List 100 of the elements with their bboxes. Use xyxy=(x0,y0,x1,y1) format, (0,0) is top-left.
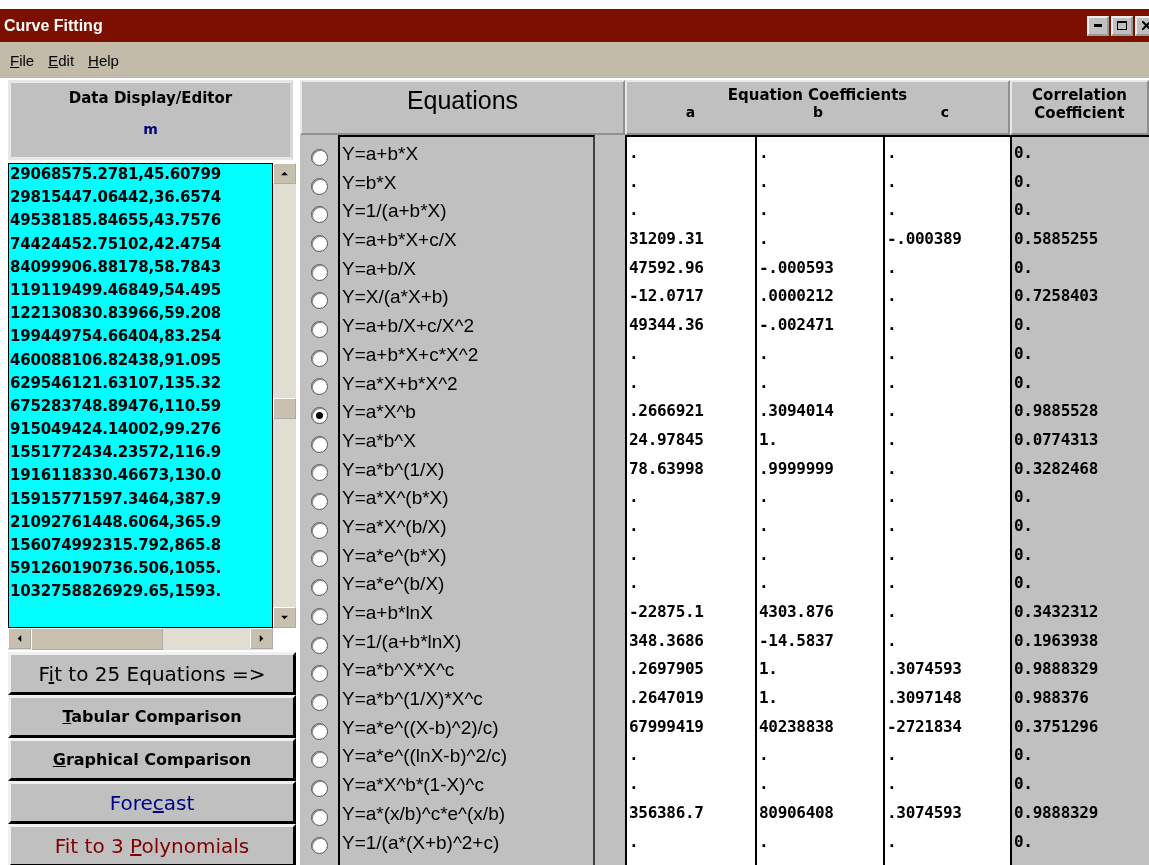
equation-label[interactable]: Y=a*X^(b*X) xyxy=(340,487,593,516)
equation-label[interactable]: Y=X/(a*X+b) xyxy=(340,286,593,316)
data-row[interactable]: 119119499.46849,54.495 xyxy=(9,280,272,305)
radio-button[interactable] xyxy=(310,693,328,711)
table-cell-text: .2666921 xyxy=(628,401,705,423)
equation-label[interactable]: Y=a+b/X xyxy=(340,257,593,287)
radio-button[interactable] xyxy=(310,808,328,826)
equation-label[interactable]: Y=a*X+b*X^2 xyxy=(340,372,593,402)
equation-label[interactable]: Y=a*b^X*X^c xyxy=(340,659,593,689)
data-row[interactable]: 591260190736.506,1055. xyxy=(9,559,272,583)
equation-label[interactable]: Y=a*(x/b)^c*e^(x/b) xyxy=(340,802,593,832)
data-row[interactable]: 199449754.66404,83.254 xyxy=(9,327,272,351)
equation-label[interactable]: Y=a+b*X xyxy=(340,143,593,172)
equation-label[interactable]: Y=a+b*X+c*X^2 xyxy=(340,343,593,373)
equation-label[interactable]: Y=a+b*X+c/X xyxy=(340,229,593,258)
header-title: Equation Coefficients xyxy=(727,86,908,104)
radio-button[interactable] xyxy=(310,177,328,195)
equation-label[interactable]: Y=1/(a+b*X) xyxy=(340,200,593,230)
table-cell-text: . xyxy=(628,831,640,853)
scroll-right-button[interactable] xyxy=(250,628,273,649)
command-button[interactable]: Fit to 25 Equations => xyxy=(8,652,296,695)
table-cell-text: 0.0774313 xyxy=(1013,429,1099,451)
radio-button[interactable] xyxy=(310,665,328,683)
data-row[interactable]: 122130830.83966,59.208 xyxy=(9,304,272,328)
radio-button[interactable] xyxy=(310,435,328,453)
data-row[interactable]: 84099906.88178,58.7843 xyxy=(9,257,272,281)
command-button[interactable]: Fit to 3 Polynomials xyxy=(8,824,296,865)
radio-button[interactable] xyxy=(310,263,328,281)
table-cell-text: -14.5837 xyxy=(758,630,835,652)
table-cell-text: . xyxy=(886,630,898,652)
equation-label[interactable]: Y=a*e^((X-b)^2)/c) xyxy=(340,716,593,746)
vertical-scrollbar[interactable] xyxy=(273,163,296,628)
radio-button[interactable] xyxy=(310,521,328,539)
radio-button[interactable] xyxy=(310,407,328,425)
scroll-up-button[interactable] xyxy=(273,163,296,184)
table-cell-text: . xyxy=(628,573,640,595)
horizontal-scrollbar[interactable] xyxy=(8,628,273,650)
data-row[interactable]: 629546121.63107,135.32 xyxy=(9,373,272,397)
table-cell-text: 31209.31 xyxy=(628,229,705,251)
data-row[interactable]: 915049424.14002,99.276 xyxy=(9,420,272,444)
table-cell-text: . xyxy=(758,343,770,365)
equation-label[interactable]: Y=a*e^(b*X) xyxy=(340,544,593,574)
radio-button[interactable] xyxy=(310,349,328,367)
equation-label[interactable]: Y=1/(a+b*lnX) xyxy=(340,630,593,660)
scroll-thumb[interactable] xyxy=(273,398,296,419)
equation-label[interactable]: Y=b*X xyxy=(340,171,593,201)
table-cell-text: -12.0717 xyxy=(628,286,705,308)
radio-button[interactable] xyxy=(310,378,328,396)
radio-button[interactable] xyxy=(310,234,328,252)
menu-item[interactable]: Help xyxy=(88,51,119,69)
menu-item[interactable]: File xyxy=(10,51,35,69)
data-row[interactable]: 21092761448.6064,365.9 xyxy=(9,512,272,536)
equation-label[interactable]: Y=a*X^(b/X) xyxy=(340,515,593,545)
scroll-down-button[interactable] xyxy=(273,607,296,628)
radio-button[interactable] xyxy=(310,607,328,625)
data-row[interactable]: 49538185.84655,43.7576 xyxy=(9,211,272,235)
data-row[interactable]: 74424452.75102,42.4754 xyxy=(9,234,272,258)
radio-button[interactable] xyxy=(310,579,328,597)
equation-label[interactable]: Y=a*X^b xyxy=(340,401,593,430)
command-button[interactable]: Tabular Comparison xyxy=(8,695,296,738)
equation-label[interactable]: Y=a*b^X xyxy=(340,429,593,459)
data-row[interactable]: 1551772434.23572,116.9 xyxy=(9,443,272,467)
radio-button[interactable] xyxy=(310,148,328,166)
data-row[interactable]: 675283748.89476,110.59 xyxy=(9,396,272,421)
radio-button[interactable] xyxy=(310,206,328,224)
radio-button[interactable] xyxy=(310,636,328,654)
data-row[interactable]: 156074992315.792,865.8 xyxy=(9,536,272,560)
data-row[interactable]: 460088106.82438,91.095 xyxy=(9,350,272,374)
equation-label[interactable]: Y=a*b^(1/X) xyxy=(340,458,593,488)
maximize-button[interactable] xyxy=(1111,15,1133,36)
radio-button[interactable] xyxy=(310,837,328,855)
table-cell-text: -.000389 xyxy=(886,229,963,251)
scroll-thumb[interactable] xyxy=(31,628,163,650)
equation-label[interactable]: Y=1/(a*(X+b)^2+c) xyxy=(340,831,593,861)
radio-button[interactable] xyxy=(310,779,328,797)
data-row[interactable]: 1916118330.46673,130.0 xyxy=(9,466,272,490)
menu-item[interactable]: Edit xyxy=(48,51,75,69)
radio-button[interactable] xyxy=(310,493,328,511)
table-cell-text: . xyxy=(628,143,640,164)
equation-label[interactable]: Y=a*X^b*(1-X)^c xyxy=(340,774,593,803)
radio-button[interactable] xyxy=(310,292,328,310)
command-button[interactable]: Forecast xyxy=(8,781,296,824)
table-cell-text: . xyxy=(886,257,898,279)
scroll-left-button[interactable] xyxy=(8,628,31,649)
data-row[interactable]: 29068575.2781,45.60799 xyxy=(9,165,272,189)
data-row[interactable]: 29815447.06442,36.6574 xyxy=(9,188,272,212)
equation-label[interactable]: Y=a+b/X+c/X^2 xyxy=(340,315,593,344)
radio-button[interactable] xyxy=(310,751,328,769)
data-row[interactable]: 1032758826929.65,1593. xyxy=(9,582,272,606)
equation-label[interactable]: Y=a*e^(b/X) xyxy=(340,573,593,602)
minimize-button[interactable] xyxy=(1087,15,1109,36)
radio-button[interactable] xyxy=(310,550,328,568)
radio-button[interactable] xyxy=(310,722,328,740)
radio-button[interactable] xyxy=(310,464,328,482)
data-row[interactable]: 15915771597.3464,387.9 xyxy=(9,489,272,513)
equation-label[interactable]: Y=a*b^(1/X)*X^c xyxy=(340,688,593,717)
equation-label[interactable]: Y=a*e^((lnX-b)^2/c) xyxy=(340,745,593,775)
command-button[interactable]: Graphical Comparison xyxy=(8,738,296,781)
equation-label[interactable]: Y=a+b*lnX xyxy=(340,602,593,631)
radio-button[interactable] xyxy=(310,320,328,338)
